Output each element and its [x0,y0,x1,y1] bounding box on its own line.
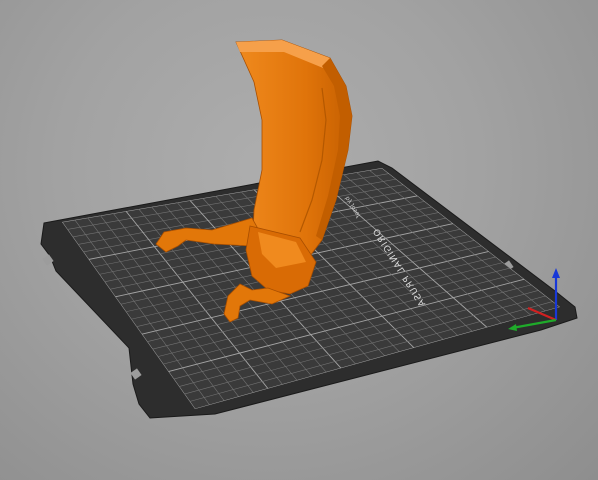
3d-viewport[interactable]: ORIGINAL PRUSA by Josef [0,0,598,480]
3d-scene[interactable]: ORIGINAL PRUSA by Josef [0,0,598,480]
z-axis-arrow [552,268,560,278]
